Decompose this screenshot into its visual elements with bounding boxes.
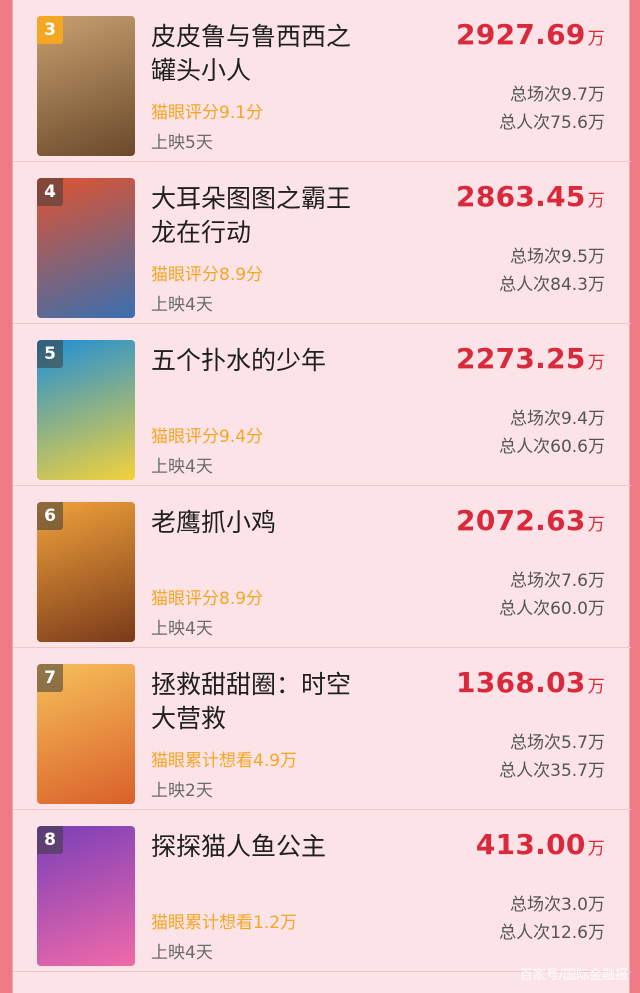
total-shows: 总场次3.0万 [509,895,605,915]
release-days: 上映4天 [151,943,213,963]
movie-card[interactable]: 7 拯救甜甜圈：时空大营救 猫眼累计想看4.9万 上映2天 1368.03 万 总… [13,648,631,810]
rating-text: 猫眼累计想看1.2万 [151,913,298,933]
total-shows: 总场次7.6万 [509,571,605,591]
movie-card[interactable]: 8 探探猫人鱼公主 猫眼累计想看1.2万 上映4天 413.00 万 总场次3.0… [13,810,631,972]
movie-list: 3 皮皮鲁与鲁西西之罐头小人 猫眼评分9.1分 上映5天 2927.69 万 总场… [13,0,631,972]
movie-card[interactable]: 6 老鹰抓小鸡 猫眼评分8.9分 上映4天 2072.63 万 总场次7.6万 总… [13,486,631,648]
box-office-unit: 万 [587,677,605,697]
watermark: 百家号/国际金融报 [519,968,628,983]
total-audience: 总人次60.0万 [499,599,605,619]
rating-text: 猫眼评分9.4分 [151,427,264,447]
movie-poster[interactable]: 4 [37,178,135,318]
rank-badge: 5 [37,340,63,368]
box-office-unit: 万 [587,29,605,49]
rank-badge: 7 [37,664,63,692]
box-office: 2927.69 万 [456,18,605,51]
rating-text: 猫眼评分9.1分 [151,103,264,123]
total-shows: 总场次9.7万 [509,85,605,105]
box-office: 413.00 万 [476,828,605,861]
box-office-unit: 万 [587,191,605,211]
movie-title[interactable]: 五个扑水的少年 [151,344,371,378]
release-days: 上映4天 [151,457,213,477]
total-audience: 总人次35.7万 [499,761,605,781]
rank-badge: 3 [37,16,63,44]
release-days: 上映2天 [151,781,213,801]
total-audience: 总人次75.6万 [499,113,605,133]
movie-poster[interactable]: 5 [37,340,135,480]
movie-card[interactable]: 5 五个扑水的少年 猫眼评分9.4分 上映4天 2273.25 万 总场次9.4万… [13,324,631,486]
release-days: 上映4天 [151,619,213,639]
rank-badge: 8 [37,826,63,854]
rating-text: 猫眼评分8.9分 [151,589,264,609]
box-office: 2273.25 万 [456,342,605,375]
box-office: 2072.63 万 [456,504,605,537]
movie-title[interactable]: 老鹰抓小鸡 [151,506,371,540]
ranking-frame: 3 皮皮鲁与鲁西西之罐头小人 猫眼评分9.1分 上映5天 2927.69 万 总场… [12,0,631,993]
movie-card[interactable]: 4 大耳朵图图之霸王龙在行动 猫眼评分8.9分 上映4天 2863.45 万 总场… [13,162,631,324]
movie-card[interactable]: 3 皮皮鲁与鲁西西之罐头小人 猫眼评分9.1分 上映5天 2927.69 万 总场… [13,0,631,162]
movie-poster[interactable]: 8 [37,826,135,966]
release-days: 上映4天 [151,295,213,315]
total-shows: 总场次9.5万 [509,247,605,267]
rank-badge: 6 [37,502,63,530]
movie-poster[interactable]: 7 [37,664,135,804]
box-office-unit: 万 [587,353,605,373]
box-office-value: 2927.69 [456,18,586,51]
total-audience: 总人次84.3万 [499,275,605,295]
movie-title[interactable]: 大耳朵图图之霸王龙在行动 [151,182,371,250]
box-office-unit: 万 [587,515,605,535]
movie-title[interactable]: 探探猫人鱼公主 [151,830,371,864]
movie-title[interactable]: 拯救甜甜圈：时空大营救 [151,668,371,736]
total-audience: 总人次12.6万 [499,923,605,943]
movie-poster[interactable]: 6 [37,502,135,642]
release-days: 上映5天 [151,133,213,153]
total-audience: 总人次60.6万 [499,437,605,457]
movie-poster[interactable]: 3 [37,16,135,156]
box-office-value: 2072.63 [456,504,586,537]
movie-title[interactable]: 皮皮鲁与鲁西西之罐头小人 [151,20,371,88]
box-office: 2863.45 万 [456,180,605,213]
box-office-value: 413.00 [475,828,586,861]
rating-text: 猫眼累计想看4.9万 [151,751,298,771]
box-office-unit: 万 [587,839,605,859]
box-office-value: 1368.03 [456,666,586,699]
total-shows: 总场次5.7万 [509,733,605,753]
rank-badge: 4 [37,178,63,206]
box-office: 1368.03 万 [456,666,605,699]
total-shows: 总场次9.4万 [509,409,605,429]
rating-text: 猫眼评分8.9分 [151,265,264,285]
box-office-value: 2273.25 [456,342,586,375]
box-office-value: 2863.45 [456,180,586,213]
